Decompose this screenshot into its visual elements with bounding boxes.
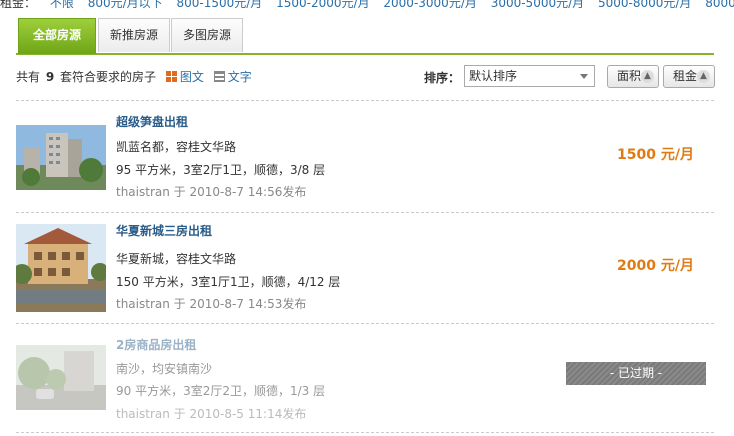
listing-address: 华夏新城，容桂文华路: [116, 252, 237, 266]
listing-photo[interactable]: [16, 224, 106, 312]
result-count: 9: [45, 70, 55, 84]
listing-item: 超级笋盘出租 凯蓝名都，容桂文华路 95 平方米，3室2厅1卫，顺德，3/8 层…: [16, 101, 714, 211]
rent-filter-option[interactable]: 2000-3000元/月: [383, 0, 476, 8]
view-image-label: 图文: [179, 70, 204, 84]
summary-prefix: 共有: [16, 70, 41, 84]
view-text-link[interactable]: 文字: [213, 70, 252, 84]
listing-photo[interactable]: [16, 125, 106, 190]
listing-title[interactable]: 超级笋盘出租: [116, 113, 188, 130]
rent-filter-option[interactable]: 1500-2000元/月: [276, 0, 369, 8]
rent-filter-label: 租金：: [0, 0, 37, 8]
listing-item: 2房商品房出租 南沙，均安镇南沙 90 平方米，3室2厅2卫，顺德，1/3 层 …: [16, 324, 714, 434]
listing-title[interactable]: 2房商品房出租: [116, 336, 196, 353]
tab-new-listings[interactable]: 新推房源: [98, 18, 170, 52]
rent-filter-option[interactable]: 8000元/月以上: [705, 0, 734, 8]
summary-suffix: 套符合要求的房子: [60, 70, 157, 84]
sort-rent-button[interactable]: 租金 ▲: [663, 65, 715, 88]
grid-icon: [165, 71, 177, 82]
listing-price: 2000 元/月: [617, 258, 694, 274]
view-image-text-link[interactable]: 图文: [165, 70, 204, 84]
rent-filter-option[interactable]: 800元/月以下: [88, 0, 163, 8]
listing-posted: thaistran 于 2010-8-5 11:14发布: [116, 407, 307, 421]
rent-filter-option[interactable]: 不限: [50, 0, 74, 8]
sort-area-label: 面积: [617, 69, 642, 83]
sort-rent-label: 租金: [673, 69, 698, 83]
listing-posted: thaistran 于 2010-8-7 14:53发布: [116, 297, 307, 311]
rent-filter-option[interactable]: 3000-5000元/月: [491, 0, 584, 8]
tab-multi-photo-listings[interactable]: 多图房源: [171, 18, 243, 52]
divider: [16, 432, 714, 433]
expired-badge: - 已过期 -: [566, 362, 706, 385]
listing-price: 1500 元/月: [617, 147, 694, 163]
sort-selected-value: 默认排序: [469, 69, 518, 83]
listing-details: 90 平方米，3室2厅2卫，顺德，1/3 层: [116, 384, 326, 398]
chevron-down-icon: [580, 74, 588, 79]
listing-title[interactable]: 华夏新城三房出租: [116, 222, 212, 239]
listing-photo[interactable]: [16, 345, 106, 410]
listing-address: 凯蓝名都，容桂文华路: [116, 140, 237, 154]
listing-posted: thaistran 于 2010-8-7 14:56发布: [116, 185, 307, 199]
view-text-label: 文字: [227, 70, 252, 84]
result-summary: 共有 9 套符合要求的房子 图文 文字: [16, 68, 252, 85]
rent-filter-option[interactable]: 800-1500元/月: [176, 0, 262, 8]
sort-select[interactable]: 默认排序: [464, 65, 595, 87]
arrow-up-icon: ▲: [697, 70, 710, 83]
sort-area-button[interactable]: 面积 ▲: [607, 65, 659, 88]
listing-address: 南沙，均安镇南沙: [116, 362, 213, 376]
rent-filter-strip: 租金： 不限 800元/月以下 800-1500元/月 1500-2000元/月…: [0, 0, 734, 8]
listing-tabs: 全部房源 新推房源 多图房源: [16, 18, 714, 55]
arrow-up-icon: ▲: [641, 70, 654, 83]
list-icon: [213, 71, 225, 82]
tab-all-listings[interactable]: 全部房源: [18, 18, 96, 54]
listing-details: 95 平方米，3室2厅1卫，顺德，3/8 层: [116, 163, 326, 177]
sort-label: 排序：: [424, 71, 461, 85]
rent-filter-option[interactable]: 5000-8000元/月: [598, 0, 691, 8]
listing-item: 华夏新城三房出租 华夏新城，容桂文华路 150 平方米，3室1厅1卫，顺德，4/…: [16, 213, 714, 323]
listing-details: 150 平方米，3室1厅1卫，顺德，4/12 层: [116, 275, 341, 289]
